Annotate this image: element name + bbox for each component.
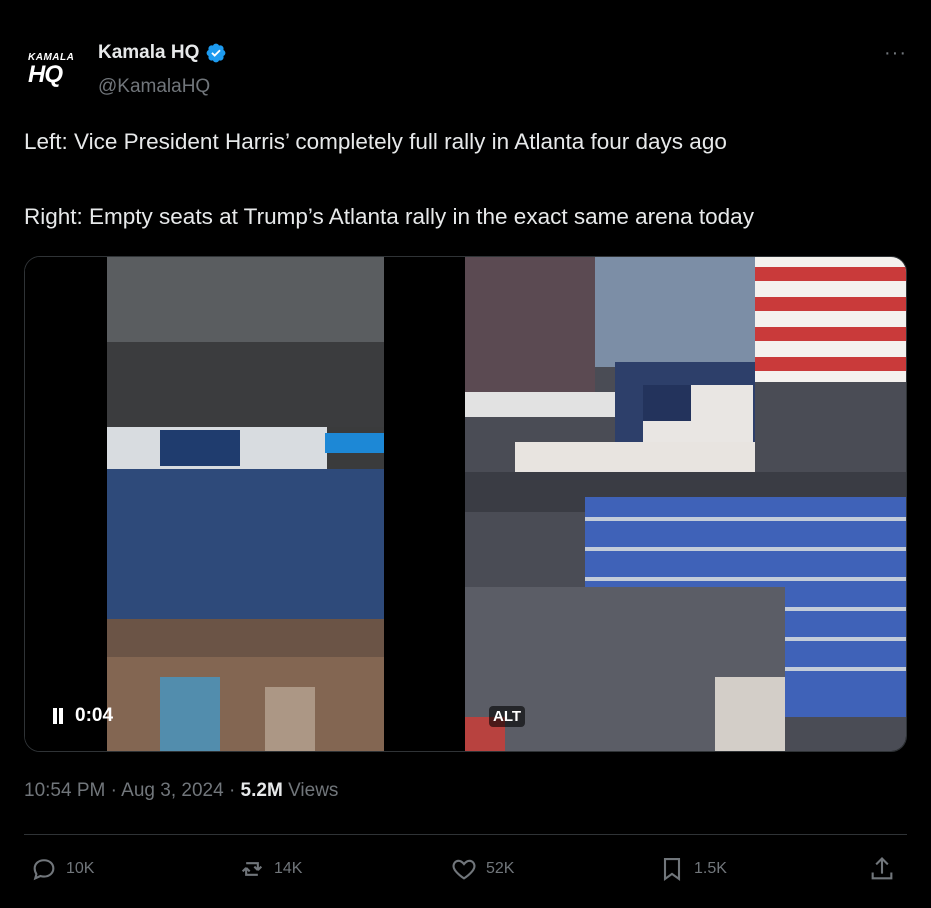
image-trump-rally[interactable]: ALT bbox=[465, 257, 906, 751]
video-time: 0:04 bbox=[75, 705, 114, 726]
divider bbox=[24, 834, 907, 835]
tweet-line-2: Right: Empty seats at Trump’s Atlanta ra… bbox=[24, 204, 754, 229]
share-button[interactable] bbox=[868, 855, 896, 883]
views-count: 5.2M bbox=[240, 780, 283, 801]
meta-separator: · bbox=[110, 780, 122, 801]
crowd-video-image bbox=[25, 257, 466, 751]
tweet-date[interactable]: Aug 3, 2024 bbox=[121, 780, 223, 801]
tweet-text: Left: Vice President Harris’ completely … bbox=[24, 126, 907, 233]
avatar[interactable]: KAMALA HQ bbox=[24, 48, 84, 92]
pause-icon[interactable] bbox=[51, 708, 65, 724]
more-options-icon[interactable]: ··· bbox=[884, 42, 907, 65]
action-bar: 10K 14K 52K 1.5K bbox=[30, 855, 907, 891]
share-icon bbox=[871, 857, 893, 880]
repost-button[interactable]: 14K bbox=[238, 855, 302, 883]
display-name[interactable]: Kamala HQ bbox=[98, 42, 199, 64]
bookmark-count: 1.5K bbox=[694, 860, 727, 877]
bookmark-button[interactable]: 1.5K bbox=[658, 855, 727, 883]
meta-separator: · bbox=[228, 780, 241, 801]
handle[interactable]: @KamalaHQ bbox=[98, 76, 210, 98]
reply-count: 10K bbox=[66, 860, 95, 877]
like-count: 52K bbox=[486, 860, 515, 877]
bookmark-icon bbox=[663, 858, 681, 881]
reply-button[interactable]: 10K bbox=[30, 855, 94, 883]
heart-icon bbox=[452, 859, 476, 880]
alt-badge[interactable]: ALT bbox=[489, 706, 526, 727]
tweet-time[interactable]: 10:54 PM bbox=[24, 780, 105, 801]
repost-count: 14K bbox=[274, 860, 303, 877]
video-controls[interactable]: 0:04 bbox=[51, 705, 113, 727]
tweet-line-1: Left: Vice President Harris’ completely … bbox=[24, 129, 727, 154]
media-container: 0:04 ALT bbox=[24, 256, 907, 752]
tweet-header: KAMALA HQ Kamala HQ @KamalaHQ ··· bbox=[24, 40, 907, 100]
reply-icon bbox=[33, 859, 55, 881]
name-row: Kamala HQ bbox=[98, 42, 227, 64]
tweet-meta: 10:54 PM · Aug 3, 2024 · 5.2M Views bbox=[24, 780, 338, 802]
avatar-text-bottom: HQ bbox=[28, 61, 63, 88]
video-harris-rally[interactable]: 0:04 bbox=[25, 257, 466, 751]
like-button[interactable]: 52K bbox=[450, 855, 514, 883]
arena-seats-image bbox=[465, 257, 906, 751]
repost-icon bbox=[241, 862, 263, 876]
verified-badge-icon bbox=[206, 43, 226, 63]
views-label: Views bbox=[288, 780, 339, 801]
